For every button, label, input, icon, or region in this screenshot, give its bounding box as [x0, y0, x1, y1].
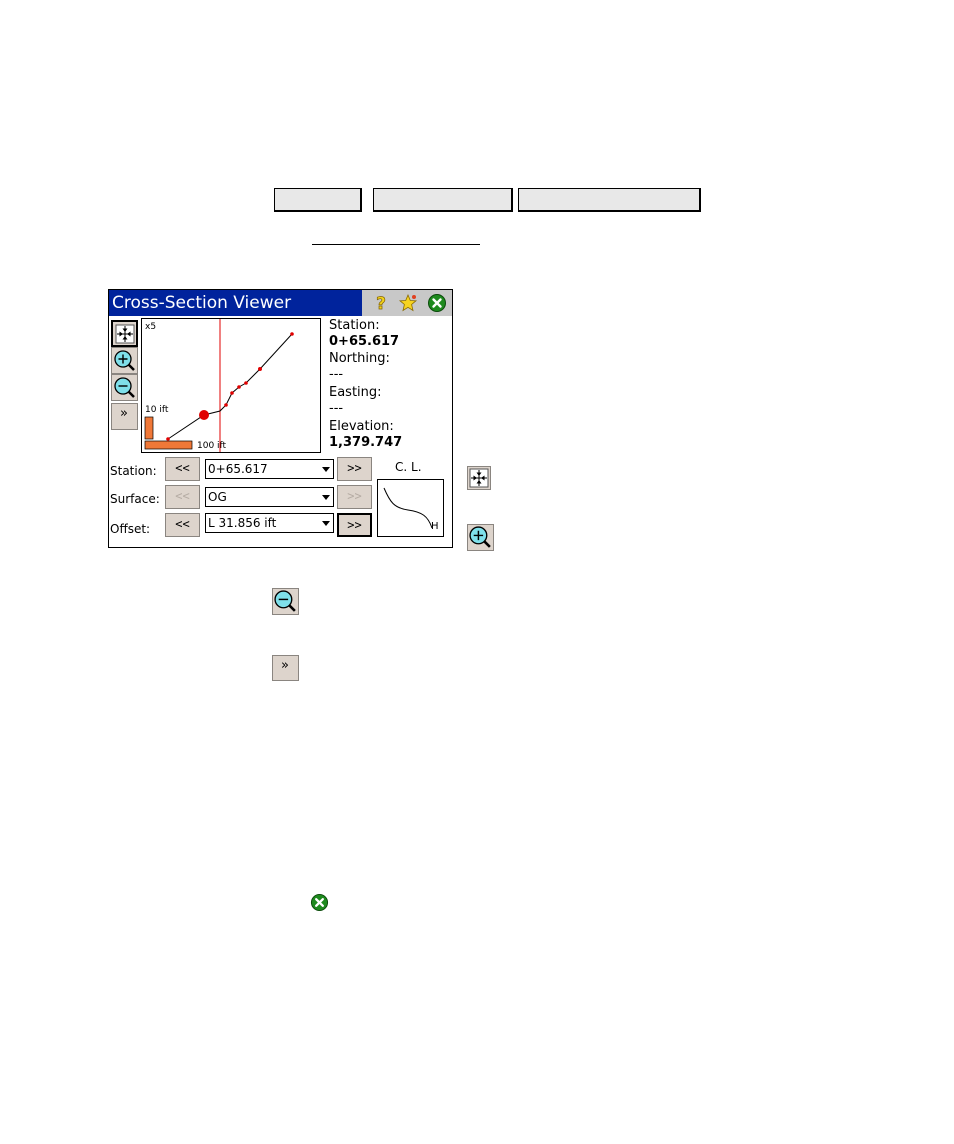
title-bar: Cross-Section Viewer ?	[109, 290, 452, 316]
surface-next-button[interactable]: >>	[337, 485, 372, 509]
northing-label: Northing:	[329, 351, 390, 366]
station-select-value: 0+65.617	[208, 462, 268, 476]
svg-text:?: ?	[376, 294, 386, 313]
station-row-label: Station:	[110, 464, 157, 478]
current-point-marker	[199, 410, 209, 420]
zoom-out-icon	[274, 590, 296, 612]
easting-value: ---	[329, 401, 344, 416]
station-info-value: 0+65.617	[329, 334, 400, 349]
surface-prev-button[interactable]: <<	[165, 485, 200, 509]
zoom-extents-legend	[467, 466, 491, 490]
offset-prev-button[interactable]: <<	[165, 513, 200, 537]
surface-row-label: Surface:	[110, 492, 160, 506]
offset-select-value: L 31.856 ift	[208, 516, 277, 530]
expand-icon: »	[120, 406, 128, 421]
favorite-star-icon[interactable]	[398, 293, 418, 313]
expand-button[interactable]: »	[111, 403, 138, 430]
surface-select[interactable]: OG	[205, 487, 334, 507]
nav-button-2[interactable]	[373, 188, 513, 212]
chevron-down-icon	[322, 467, 330, 472]
centerline-preview: H	[377, 479, 444, 537]
centerline-label: C. L.	[395, 460, 422, 474]
nav-button-3[interactable]	[518, 188, 701, 212]
nav-button-1[interactable]	[274, 188, 362, 212]
close-icon[interactable]	[427, 293, 447, 313]
zoom-in-icon	[114, 350, 135, 371]
help-icon[interactable]: ?	[371, 293, 391, 313]
expand-legend: »	[272, 655, 299, 681]
elevation-value: 1,379.747	[329, 435, 403, 450]
profile-points	[166, 332, 294, 441]
horizontal-scale-bar	[144, 440, 193, 450]
northing-value: ---	[329, 367, 344, 382]
offset-next-button[interactable]: >>	[337, 513, 372, 537]
zoom-out-legend	[272, 588, 299, 615]
cross-section-window: Cross-Section Viewer ? » x5 10 ift 100 i…	[108, 289, 453, 548]
window-title: Cross-Section Viewer	[112, 293, 292, 313]
chevron-down-icon	[322, 495, 330, 500]
surface-select-value: OG	[208, 490, 227, 504]
easting-label: Easting:	[329, 385, 382, 400]
chevron-down-icon	[322, 521, 330, 526]
centerline-marker: H	[431, 521, 439, 532]
station-prev-button[interactable]: <<	[165, 457, 200, 481]
expand-icon: »	[281, 658, 289, 673]
zoom-in-legend	[467, 524, 494, 551]
offset-select[interactable]: L 31.856 ift	[205, 513, 334, 533]
station-next-button[interactable]: >>	[337, 457, 372, 481]
zoom-extents-icon	[469, 468, 489, 488]
zoom-extents-icon	[115, 324, 135, 344]
zoom-in-icon	[469, 526, 491, 548]
close-icon	[310, 893, 329, 912]
zoom-out-icon	[114, 377, 135, 398]
station-info-label: Station:	[329, 318, 380, 333]
profile-graph	[144, 319, 294, 452]
elevation-label: Elevation:	[329, 419, 394, 434]
cross-section-plot[interactable]: x5 10 ift 100 ift	[141, 318, 321, 453]
vertical-scale-bar	[144, 416, 154, 440]
zoom-extents-button[interactable]	[111, 320, 138, 347]
underline-link[interactable]	[312, 244, 480, 245]
zoom-in-button[interactable]	[111, 347, 138, 374]
offset-row-label: Offset:	[110, 522, 151, 536]
zoom-out-button[interactable]	[111, 374, 138, 401]
station-select[interactable]: 0+65.617	[205, 459, 334, 479]
surface-profile-line	[167, 333, 293, 440]
